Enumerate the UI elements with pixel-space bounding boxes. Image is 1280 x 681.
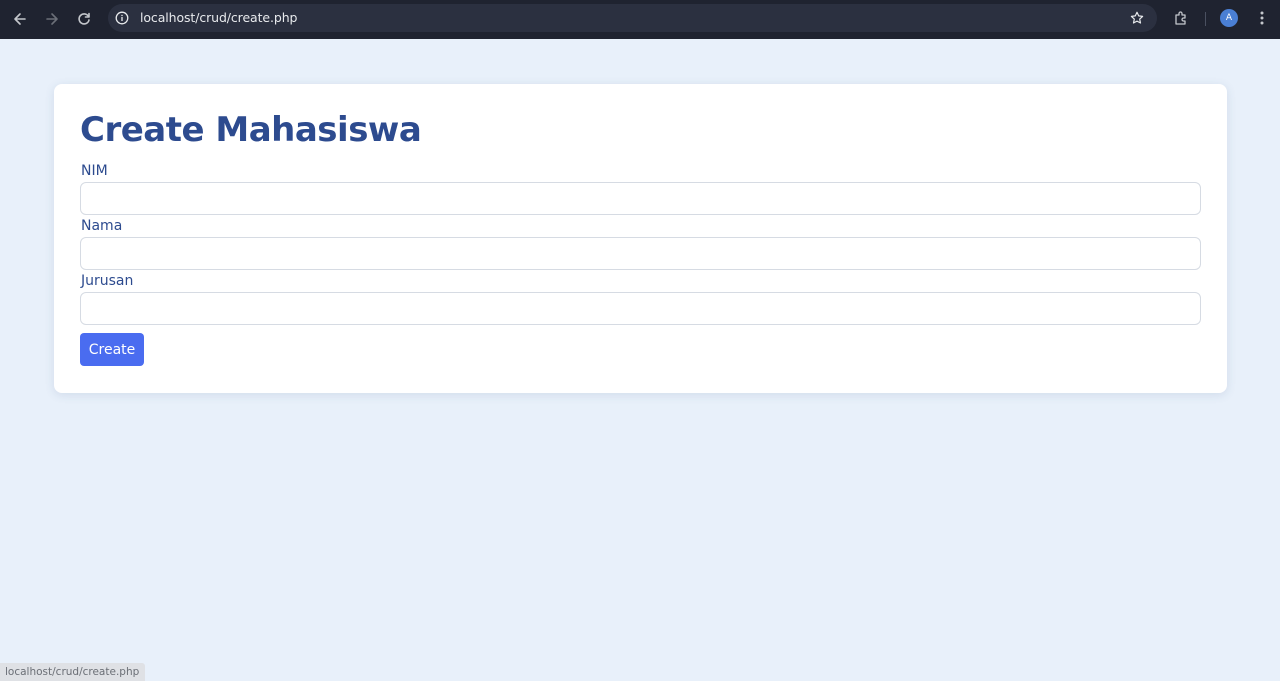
back-button[interactable]: [8, 7, 32, 31]
arrow-right-icon: [46, 13, 58, 25]
profile-avatar[interactable]: A: [1220, 9, 1238, 27]
address-url[interactable]: localhost/crud/create.php: [140, 10, 297, 25]
nama-input[interactable]: [80, 237, 1201, 270]
star-icon[interactable]: [1130, 11, 1144, 25]
address-bar[interactable]: localhost/crud/create.php: [108, 4, 1157, 32]
kebab-menu-icon[interactable]: [1255, 10, 1269, 26]
nim-label: NIM: [81, 163, 108, 179]
page-title: Create Mahasiswa: [80, 110, 422, 150]
status-bar-url: localhost/crud/create.php: [0, 663, 146, 681]
info-icon[interactable]: [115, 11, 129, 25]
jurusan-label: Jurusan: [81, 273, 134, 289]
create-button[interactable]: Create: [80, 333, 144, 366]
nama-label: Nama: [81, 218, 123, 234]
reload-button[interactable]: [72, 7, 96, 31]
puzzle-icon[interactable]: [1173, 10, 1189, 26]
create-form-card: Create Mahasiswa NIM Nama Jurusan Create: [54, 84, 1227, 393]
nim-input[interactable]: [80, 182, 1201, 215]
reload-icon: [78, 12, 90, 25]
arrow-left-icon: [14, 13, 26, 25]
toolbar-divider: [1205, 12, 1206, 26]
jurusan-input[interactable]: [80, 292, 1201, 325]
browser-toolbar: localhost/crud/create.php A: [0, 0, 1280, 39]
forward-button[interactable]: [40, 7, 64, 31]
